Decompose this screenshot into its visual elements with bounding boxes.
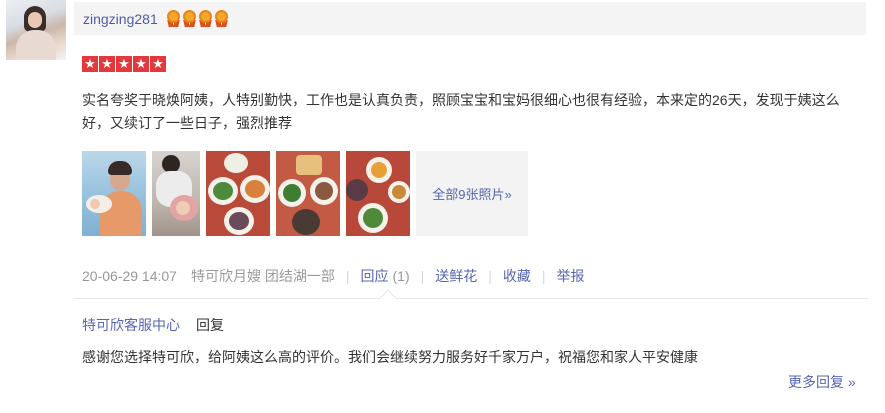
username-link[interactable]: zingzing281 xyxy=(83,11,158,27)
reply-button[interactable]: 回应 (1) xyxy=(361,266,410,286)
star-rating: ★ ★ ★ ★ ★ xyxy=(82,56,166,72)
reply-label: 回应 xyxy=(360,268,389,284)
review-photo[interactable] xyxy=(276,151,340,236)
reply-text: 感谢您选择特可欣，给阿姨这么高的评价。我们会继续努力服务好千家万户，祝福您和家人… xyxy=(82,349,698,365)
avatar-body xyxy=(16,30,56,60)
separator: | xyxy=(541,268,546,284)
medal-list xyxy=(166,10,229,27)
avatar-face xyxy=(28,12,42,28)
reply-caret xyxy=(379,289,397,307)
separator: | xyxy=(345,268,350,284)
star-icon: ★ xyxy=(82,56,98,72)
medal-icon xyxy=(214,10,229,27)
star-icon: ★ xyxy=(150,56,166,72)
review-photo[interactable] xyxy=(346,151,410,236)
reply-divider xyxy=(74,298,868,299)
medal-icon xyxy=(198,10,213,27)
review-author: 特可欣月嫂 团结湖一部 xyxy=(190,268,335,284)
separator: | xyxy=(420,268,425,284)
reply-author-link[interactable]: 特可欣客服中心 xyxy=(82,315,180,335)
more-replies-link[interactable]: 更多回复 » xyxy=(788,372,856,392)
review-text: 实名夸奖于晓焕阿姨，人特别勤快，工作也是认真负责，照顾宝宝和宝妈很细心也很有经验… xyxy=(82,92,840,131)
user-bar: zingzing281 xyxy=(74,2,866,35)
favorite-button[interactable]: 收藏 xyxy=(503,266,531,286)
all-photos-link[interactable]: 全部9张照片» xyxy=(416,151,528,236)
review-photo[interactable] xyxy=(152,151,200,236)
medal-icon xyxy=(166,10,181,27)
review-date: 20-06-29 14:07 xyxy=(82,268,177,284)
review-photo[interactable] xyxy=(206,151,270,236)
reply-count: (1) xyxy=(392,268,410,284)
review-photo[interactable] xyxy=(82,151,146,236)
star-icon: ★ xyxy=(133,56,149,72)
avatar[interactable] xyxy=(6,0,66,60)
report-button[interactable]: 举报 xyxy=(557,266,585,286)
separator: | xyxy=(488,268,492,284)
star-icon: ★ xyxy=(99,56,115,72)
send-flowers-button[interactable]: 送鲜花 xyxy=(435,266,477,286)
reply-header: 特可欣客服中心 回复 xyxy=(82,315,224,335)
photo-strip: 全部9张照片» xyxy=(82,151,528,236)
review-meta: 20-06-29 14:07 特可欣月嫂 团结湖一部 | 回应 (1) | 送鲜花… xyxy=(82,266,585,286)
star-icon: ★ xyxy=(116,56,132,72)
medal-icon xyxy=(182,10,197,27)
reply-tag: 回复 xyxy=(196,317,224,333)
